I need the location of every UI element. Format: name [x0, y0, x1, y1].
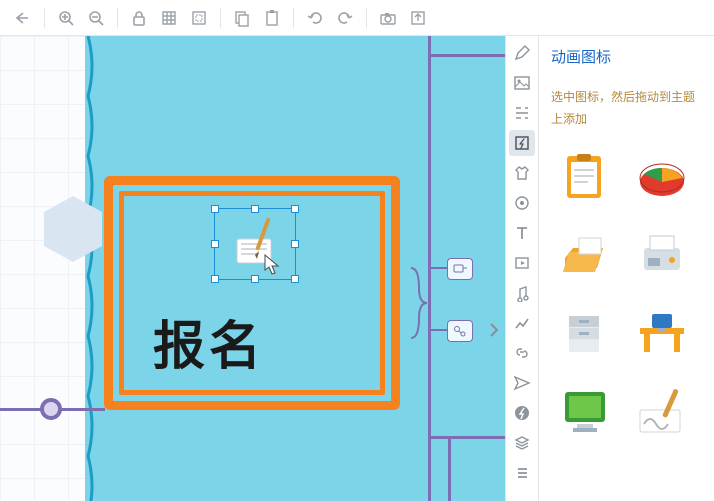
- water-edge: [84, 36, 98, 501]
- layers-icon[interactable]: [509, 430, 535, 456]
- paste-icon[interactable]: [257, 3, 287, 33]
- connector-line: [428, 54, 505, 57]
- side-toolbar: [505, 36, 539, 501]
- toolbar-separator: [220, 8, 221, 28]
- send-icon[interactable]: [509, 370, 535, 396]
- relation-a-icon[interactable]: [447, 258, 473, 280]
- resize-handle[interactable]: [291, 240, 299, 248]
- grid-icon[interactable]: [154, 3, 184, 33]
- top-toolbar: [0, 0, 714, 36]
- music-icon[interactable]: [509, 280, 535, 306]
- connector-line: [448, 436, 451, 501]
- topic-card-label: 报名: [153, 304, 265, 379]
- link-icon[interactable]: [509, 340, 535, 366]
- camera-icon[interactable]: [373, 3, 403, 33]
- resize-handle[interactable]: [291, 205, 299, 213]
- desk-icon[interactable]: [628, 304, 696, 362]
- resize-handle[interactable]: [211, 275, 219, 283]
- undo-icon[interactable]: [300, 3, 330, 33]
- align-icon[interactable]: [509, 100, 535, 126]
- target-icon[interactable]: [509, 190, 535, 216]
- canvas[interactable]: 报名: [0, 36, 505, 501]
- hexagon-shape: [44, 196, 102, 262]
- resize-handle[interactable]: [291, 275, 299, 283]
- monitor-icon[interactable]: [551, 382, 619, 440]
- resize-handle[interactable]: [251, 205, 259, 213]
- image-icon[interactable]: [509, 70, 535, 96]
- folder-icon[interactable]: [551, 226, 619, 284]
- bolt-icon[interactable]: [509, 400, 535, 426]
- icon-panel: 动画图标 选中图标，然后拖动到主题上添加: [539, 36, 714, 501]
- clipboard-icon[interactable]: [551, 148, 619, 206]
- resize-handle[interactable]: [211, 240, 219, 248]
- resize-handle[interactable]: [211, 205, 219, 213]
- undo-arrow-icon[interactable]: [8, 3, 38, 33]
- fit-icon[interactable]: [184, 3, 214, 33]
- flash-icon[interactable]: [509, 130, 535, 156]
- relation-links: [411, 258, 491, 348]
- edit-icon[interactable]: [509, 40, 535, 66]
- resize-handle[interactable]: [251, 275, 259, 283]
- copy-icon[interactable]: [227, 3, 257, 33]
- zoom-out-icon[interactable]: [81, 3, 111, 33]
- connector-line: [428, 436, 505, 439]
- clipboard-small-icon[interactable]: [233, 215, 279, 271]
- connector-node[interactable]: [40, 398, 62, 420]
- tshirt-icon[interactable]: [509, 160, 535, 186]
- toolbar-separator: [293, 8, 294, 28]
- panel-title: 动画图标: [551, 46, 704, 67]
- toolbar-separator: [366, 8, 367, 28]
- lock-icon[interactable]: [124, 3, 154, 33]
- relation-b-icon[interactable]: [447, 320, 473, 342]
- text-icon[interactable]: [509, 220, 535, 246]
- toolbar-separator: [117, 8, 118, 28]
- video-icon[interactable]: [509, 250, 535, 276]
- panel-help: 选中图标，然后拖动到主题上添加: [551, 87, 704, 130]
- chart-icon[interactable]: [509, 310, 535, 336]
- piechart-icon[interactable]: [628, 148, 696, 206]
- fax-icon[interactable]: [628, 226, 696, 284]
- selection-box[interactable]: [214, 208, 296, 280]
- redo-icon[interactable]: [330, 3, 360, 33]
- zoom-in-icon[interactable]: [51, 3, 81, 33]
- expand-chevron-icon[interactable]: [485, 316, 503, 344]
- signature-icon[interactable]: [628, 382, 696, 440]
- export-icon[interactable]: [403, 3, 433, 33]
- list-icon[interactable]: [509, 460, 535, 486]
- drawer-icon[interactable]: [551, 304, 619, 362]
- toolbar-separator: [44, 8, 45, 28]
- icon-grid: [551, 148, 704, 440]
